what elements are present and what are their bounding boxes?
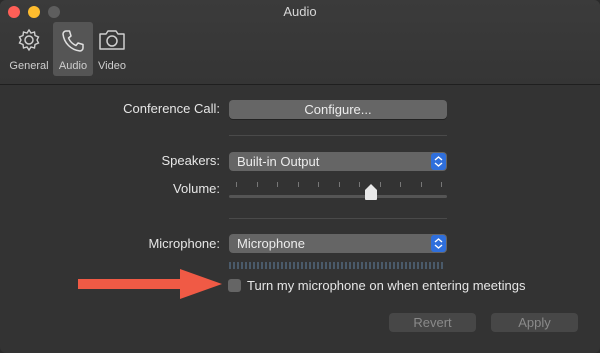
meter-segment bbox=[241, 262, 243, 269]
meter-segment bbox=[293, 262, 295, 269]
speakers-select[interactable]: Built-in Output bbox=[229, 152, 447, 171]
meter-segment bbox=[313, 262, 315, 269]
volume-tick bbox=[400, 182, 401, 187]
camera-icon bbox=[97, 22, 127, 57]
volume-slider[interactable] bbox=[229, 195, 447, 198]
meter-segment bbox=[285, 262, 287, 269]
meter-segment bbox=[421, 262, 423, 269]
meter-segment bbox=[257, 262, 259, 269]
volume-label: Volume: bbox=[173, 181, 220, 196]
title-bar: Audio General Audio Video bbox=[0, 0, 600, 85]
mic-on-join-checkbox[interactable] bbox=[228, 279, 241, 292]
tab-audio-label: Audio bbox=[58, 60, 88, 72]
meter-segment bbox=[337, 262, 339, 269]
meter-segment bbox=[329, 262, 331, 269]
meter-segment bbox=[233, 262, 235, 269]
meter-segment bbox=[297, 262, 299, 269]
conference-call-label: Conference Call: bbox=[123, 101, 220, 116]
speakers-selected-value: Built-in Output bbox=[237, 154, 320, 169]
meter-segment bbox=[369, 262, 371, 269]
meter-segment bbox=[269, 262, 271, 269]
meter-segment bbox=[273, 262, 275, 269]
meter-segment bbox=[341, 262, 343, 269]
meter-segment bbox=[349, 262, 351, 269]
meter-segment bbox=[373, 262, 375, 269]
tab-video-label: Video bbox=[98, 60, 126, 72]
meter-segment bbox=[353, 262, 355, 269]
configure-button[interactable]: Configure... bbox=[229, 100, 447, 119]
tab-general[interactable]: General bbox=[6, 22, 52, 76]
meter-segment bbox=[393, 262, 395, 269]
red-arrow-icon bbox=[78, 267, 224, 306]
meter-segment bbox=[365, 262, 367, 269]
meter-segment bbox=[265, 262, 267, 269]
microphone-selected-value: Microphone bbox=[237, 236, 305, 251]
tab-audio[interactable]: Audio bbox=[53, 22, 93, 76]
divider bbox=[229, 135, 447, 136]
meter-segment bbox=[397, 262, 399, 269]
meter-segment bbox=[441, 262, 443, 269]
mic-on-join-label: Turn my microphone on when entering meet… bbox=[247, 278, 526, 293]
meter-segment bbox=[245, 262, 247, 269]
meter-segment bbox=[361, 262, 363, 269]
meter-segment bbox=[385, 262, 387, 269]
meter-segment bbox=[281, 262, 283, 269]
audio-preferences-window: Audio General Audio Video Conference Cal… bbox=[0, 0, 600, 353]
phone-icon bbox=[60, 22, 86, 59]
input-level-meter bbox=[229, 262, 447, 269]
meter-segment bbox=[413, 262, 415, 269]
meter-segment bbox=[429, 262, 431, 269]
meter-segment bbox=[409, 262, 411, 269]
volume-tick bbox=[338, 182, 340, 187]
volume-tick bbox=[420, 182, 422, 187]
meter-segment bbox=[417, 262, 419, 269]
tab-video[interactable]: Video bbox=[93, 22, 131, 76]
meter-segment bbox=[321, 262, 323, 269]
volume-tick bbox=[277, 182, 278, 187]
meter-segment bbox=[261, 262, 263, 269]
meter-segment bbox=[389, 262, 391, 269]
meter-segment bbox=[401, 262, 403, 269]
meter-segment bbox=[433, 262, 435, 269]
meter-segment bbox=[345, 262, 347, 269]
meter-segment bbox=[437, 262, 439, 269]
divider bbox=[229, 218, 447, 219]
meter-segment bbox=[229, 262, 231, 269]
meter-segment bbox=[309, 262, 311, 269]
meter-segment bbox=[425, 262, 427, 269]
meter-segment bbox=[237, 262, 239, 269]
meter-segment bbox=[253, 262, 255, 269]
revert-button[interactable]: Revert bbox=[389, 313, 476, 332]
meter-segment bbox=[357, 262, 359, 269]
window-title: Audio bbox=[283, 4, 317, 19]
meter-segment bbox=[305, 262, 307, 269]
meter-segment bbox=[333, 262, 335, 269]
volume-tick bbox=[256, 182, 258, 187]
tab-general-label: General bbox=[9, 60, 49, 72]
meter-segment bbox=[381, 262, 383, 269]
microphone-label: Microphone: bbox=[148, 236, 220, 251]
volume-slider-thumb[interactable] bbox=[364, 183, 378, 201]
chevron-updown-icon bbox=[431, 153, 446, 170]
meter-segment bbox=[405, 262, 407, 269]
volume-tick bbox=[441, 182, 442, 187]
speakers-label: Speakers: bbox=[161, 153, 220, 168]
meter-segment bbox=[277, 262, 279, 269]
meter-segment bbox=[249, 262, 251, 269]
meter-segment bbox=[289, 262, 291, 269]
volume-tick bbox=[236, 182, 237, 187]
meter-segment bbox=[317, 262, 319, 269]
apply-button[interactable]: Apply bbox=[491, 313, 578, 332]
chevron-updown-icon bbox=[431, 235, 446, 252]
gear-icon bbox=[17, 22, 41, 57]
volume-tick bbox=[297, 182, 299, 187]
microphone-select[interactable]: Microphone bbox=[229, 234, 447, 253]
meter-segment bbox=[325, 262, 327, 269]
volume-tick bbox=[359, 182, 360, 187]
volume-tick bbox=[318, 182, 319, 187]
volume-tick bbox=[379, 182, 381, 187]
meter-segment bbox=[377, 262, 379, 269]
meter-segment bbox=[301, 262, 303, 269]
